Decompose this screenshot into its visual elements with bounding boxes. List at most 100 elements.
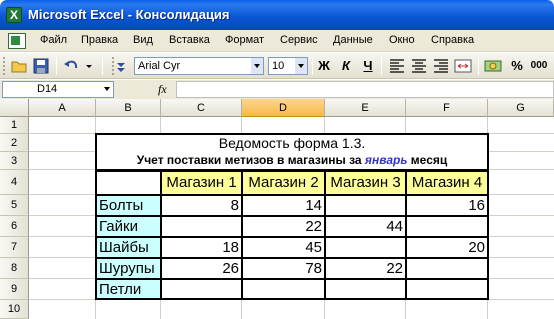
row-header-5[interactable]: 5 [0,195,29,216]
header-store-4[interactable]: Магазин 4 [406,171,488,195]
column-header-d[interactable]: D [242,99,325,117]
table-border [487,133,489,300]
workbook-icon[interactable] [8,33,26,49]
row-header-10[interactable]: 10 [0,300,29,319]
menu-bar: Файл Правка Вид Вставка Формат Сервис Да… [0,30,554,52]
toolbar-separator [312,57,313,75]
chevron-down-icon[interactable] [101,82,113,97]
undo-dropdown-icon[interactable] [84,57,94,75]
toolbar-options-icon[interactable] [115,57,127,75]
menu-help[interactable]: Справка [431,34,474,46]
value-cell[interactable]: 22 [242,216,325,237]
column-header-a[interactable]: A [29,99,96,117]
name-box-value: D14 [37,83,58,95]
value-cell[interactable]: 8 [161,195,242,216]
formula-input[interactable] [176,81,554,98]
percent-button[interactable]: % [508,58,526,73]
report-subtitle[interactable]: Учет поставки метизов в магазины за янва… [97,152,487,169]
window-title: Microsoft Excel - Консолидация [28,7,230,22]
toolbar-grip[interactable] [3,57,6,75]
toolbar-separator [381,57,382,75]
value-cell[interactable] [325,237,406,258]
value-cell[interactable] [406,258,488,279]
value-cell[interactable]: 20 [406,237,488,258]
value-cell[interactable]: 18 [161,237,242,258]
value-cell[interactable] [242,279,325,300]
menu-tools[interactable]: Сервис [280,34,318,46]
column-header-g[interactable]: G [488,99,554,117]
value-cell[interactable]: 14 [242,195,325,216]
undo-icon[interactable] [62,57,80,75]
column-header-c[interactable]: C [161,99,242,117]
row-header-1[interactable]: 1 [0,117,29,134]
value-cell[interactable] [406,279,488,300]
value-cell[interactable] [161,279,242,300]
underline-button[interactable]: Ч [359,58,377,73]
subtitle-month: январь [364,153,408,167]
value-cell[interactable]: 22 [325,258,406,279]
row-header-4[interactable]: 4 [0,170,29,195]
header-store-2[interactable]: Магазин 2 [242,171,325,195]
chevron-down-icon[interactable] [251,58,263,74]
menu-data[interactable]: Данные [333,34,373,46]
menu-format[interactable]: Формат [225,34,264,46]
merge-center-icon[interactable] [454,57,472,75]
value-cell[interactable] [325,195,406,216]
menu-edit[interactable]: Правка [81,34,118,46]
align-center-icon[interactable] [410,57,428,75]
row-header-6[interactable]: 6 [0,216,29,237]
value-cell[interactable]: 45 [242,237,325,258]
thousands-separator-button[interactable]: 000 [530,60,548,71]
fx-icon[interactable]: fx [158,82,167,97]
item-name[interactable]: Шайбы [96,237,161,258]
align-right-icon[interactable] [432,57,450,75]
save-icon[interactable] [32,57,50,75]
report-title[interactable]: Ведомость форма 1.3. [97,135,487,152]
column-header-b[interactable]: B [96,99,161,117]
value-cell[interactable] [161,216,242,237]
excel-app-icon[interactable] [6,7,22,23]
font-size-select[interactable]: 10 [268,57,308,75]
row-header-3[interactable]: 3 [0,152,29,170]
row-header-7[interactable]: 7 [0,237,29,258]
row-header-9[interactable]: 9 [0,279,29,300]
value-cell[interactable] [406,216,488,237]
subtitle-prefix: Учет поставки метизов в магазины за [136,153,365,167]
menu-insert[interactable]: Вставка [169,34,210,46]
bold-button[interactable]: Ж [315,58,333,73]
item-name[interactable]: Болты [96,195,161,216]
value-cell[interactable] [325,279,406,300]
column-header-e[interactable]: E [325,99,406,117]
row-header-8[interactable]: 8 [0,258,29,279]
menu-window[interactable]: Окно [389,34,415,46]
select-all-corner[interactable] [0,99,29,117]
menu-file[interactable]: Файл [40,34,67,46]
toolbar-separator [478,57,479,75]
table-border [95,298,489,300]
align-left-icon[interactable] [388,57,406,75]
column-header-f[interactable]: F [406,99,488,117]
font-size-value: 10 [272,60,285,72]
font-name-value: Arial Cyr [138,60,181,72]
item-name[interactable]: Петли [96,279,161,300]
formatting-toolbar: Arial Cyr 10 Ж К Ч % 000 [0,53,554,79]
row-header-2[interactable]: 2 [0,134,29,152]
subtitle-suffix: месяц [407,153,448,167]
item-name[interactable]: Шурупы [96,258,161,279]
font-name-select[interactable]: Arial Cyr [134,57,264,75]
chevron-down-icon[interactable] [295,58,307,74]
name-box[interactable]: D14 [2,81,114,98]
value-cell[interactable]: 78 [242,258,325,279]
open-icon[interactable] [10,57,28,75]
worksheet-grid[interactable]: A B C D E F G 1 2 3 4 5 6 7 8 9 10 Ведом… [0,99,554,319]
value-cell[interactable]: 44 [325,216,406,237]
menu-view[interactable]: Вид [133,34,153,46]
currency-icon[interactable] [484,57,502,75]
header-store-3[interactable]: Магазин 3 [325,171,406,195]
header-store-1[interactable]: Магазин 1 [161,171,242,195]
header-corner-cell[interactable] [96,171,161,195]
item-name[interactable]: Гайки [96,216,161,237]
italic-button[interactable]: К [337,58,355,73]
value-cell[interactable]: 16 [406,195,488,216]
value-cell[interactable]: 26 [161,258,242,279]
